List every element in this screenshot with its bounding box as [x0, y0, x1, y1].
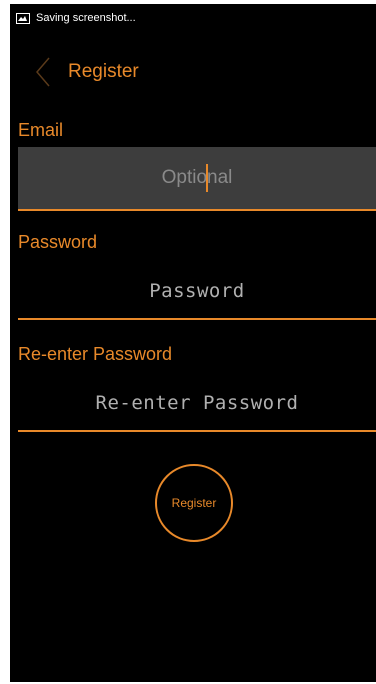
email-label: Email	[18, 120, 64, 140]
chevron-left-icon[interactable]	[28, 52, 58, 92]
password-label: Password	[18, 232, 98, 252]
reenter-password-field[interactable]	[18, 376, 376, 432]
text-cursor	[206, 164, 208, 192]
image-icon	[16, 12, 30, 24]
status-bar: Saving screenshot...	[10, 4, 376, 32]
reenter-password-label: Re-enter Password	[18, 344, 173, 364]
status-text: Saving screenshot...	[36, 12, 136, 24]
page-title: Register	[68, 61, 139, 82]
action-bar: Register	[10, 48, 376, 96]
email-field[interactable]	[18, 147, 376, 211]
app-screen: Saving screenshot... Register Email Pass…	[10, 4, 376, 682]
register-button[interactable]: Register	[155, 464, 233, 542]
password-field[interactable]	[18, 264, 376, 320]
